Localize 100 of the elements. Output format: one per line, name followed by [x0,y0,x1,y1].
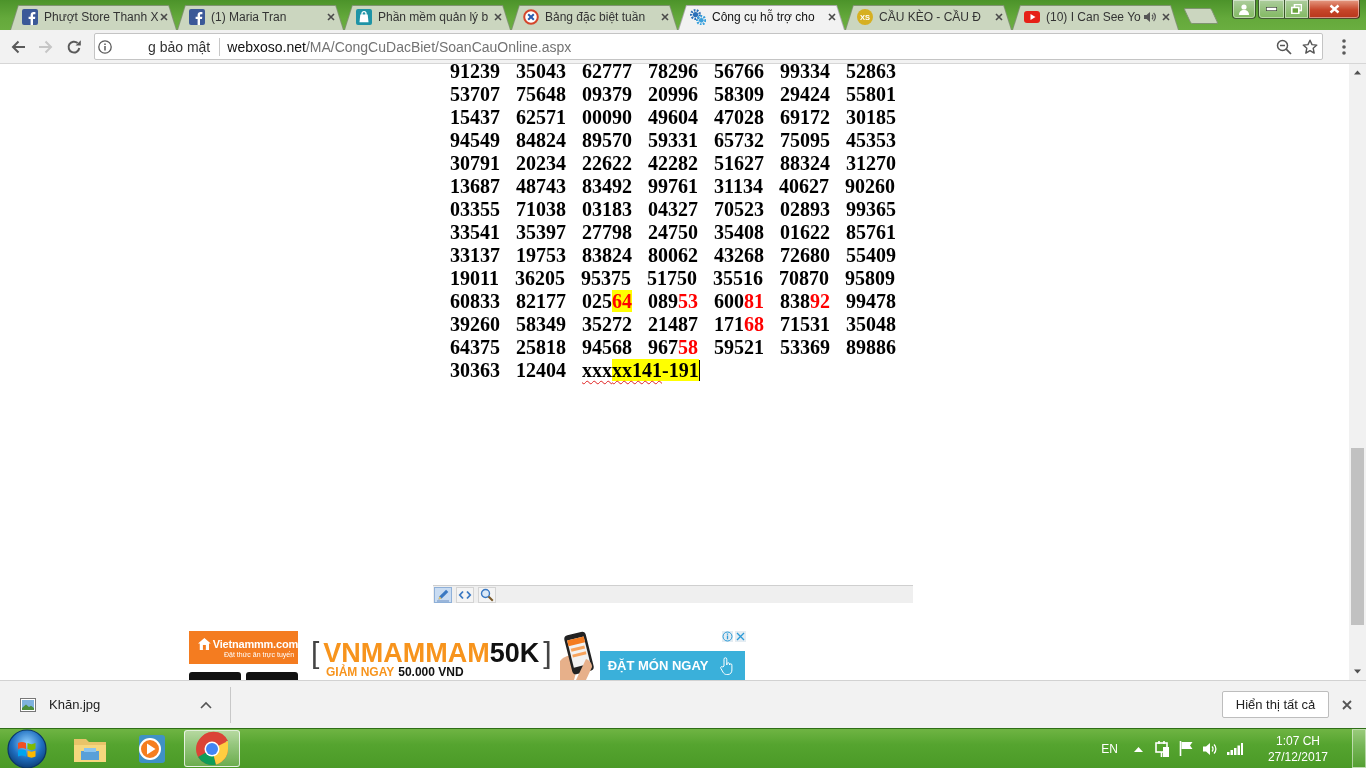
bookmark-star-icon[interactable] [1302,38,1318,55]
number-text: 47028 [714,106,764,129]
number-text: 75095 [780,129,830,152]
number-text: 19753 [516,244,566,267]
close-icon[interactable] [494,12,502,21]
number-text: 13687 [450,175,500,198]
number-text: 60081 [714,290,764,313]
number-text: 82177 [516,290,566,313]
number-text: 31134 [714,175,763,198]
number-text: 59331 [648,129,698,152]
number-text: 53369 [780,336,830,359]
number-text: 39260 [450,313,500,336]
browser-tab[interactable]: Phượt Store Thanh X [10,5,177,30]
number-text: 72680 [780,244,830,267]
number-text: 58349 [516,313,566,336]
browser-tab[interactable]: Bảng đặc biệt tuần [511,5,678,30]
number-text: 45353 [846,129,896,152]
number-text: 42282 [648,152,698,175]
number-text: 19011 [450,267,499,290]
image-file-icon [20,697,36,712]
flag-icon[interactable] [1178,741,1193,756]
number-text: 96758 [648,336,698,359]
number-text: 43268 [714,244,764,267]
number-text: 69172 [780,106,830,129]
number-text: 90260 [844,175,895,198]
signal-bars-icon[interactable] [1226,742,1243,755]
number-text: 00090 [582,106,632,129]
person-icon [1239,3,1249,15]
number-text: 25818 [516,336,566,359]
close-icon[interactable] [1342,699,1352,710]
close-icon[interactable] [1162,12,1170,21]
taskbar-button[interactable] [184,730,240,767]
show-all-button[interactable]: Hiển thị tất cả [1222,691,1329,718]
number-text: 99761 [648,175,698,198]
number-text: 48743 [516,175,566,198]
number-text: 62777 [582,64,632,83]
close-icon[interactable] [160,12,168,21]
start-orb-icon[interactable] [7,728,47,768]
back-icon[interactable] [10,38,26,55]
close-icon[interactable] [828,12,836,21]
security-label[interactable]: g bảo mật [148,38,211,55]
number-text: 55801 [846,83,896,106]
number-text: 35272 [582,313,632,336]
number-text: 88324 [780,152,830,175]
number-text: 29424 [780,83,830,106]
number-text: 58309 [714,83,764,106]
scrollbar[interactable] [1349,64,1366,680]
reload-icon[interactable] [66,38,82,55]
number-text: 24750 [648,221,698,244]
number-text: 95375 [580,267,631,290]
number-text: 40627 [778,175,829,198]
number-text: 04327 [648,198,698,221]
number-text: 03355 [450,198,500,221]
close-icon[interactable] [327,12,335,21]
number-text: 35048 [846,313,896,336]
close-button[interactable] [1309,0,1360,19]
restore-icon [1291,4,1302,14]
number-text: 99334 [780,64,830,83]
close-icon[interactable] [995,12,1003,21]
address-bar[interactable]: g bảo mật webxoso.net/MA/CongCuDacBiet/SoanCauOnline.aspx [94,33,1323,60]
menu-icon[interactable] [1342,38,1346,55]
number-text: xxxxx141-191 [582,359,699,382]
design-mode-button[interactable] [434,586,452,603]
minimize-button[interactable] [1258,0,1284,19]
browser-tab[interactable]: Công cụ hỗ trợ cho [678,5,845,30]
power-plug-icon[interactable] [1154,740,1170,757]
profile-button[interactable] [1232,0,1256,19]
maximize-button[interactable] [1284,0,1309,19]
number-text: 33541 [450,221,500,244]
number-text: 35516 [712,267,763,290]
browser-tab[interactable]: Phần mềm quản lý b [344,5,511,30]
number-text: 80062 [648,244,698,267]
number-text: 84824 [516,129,566,152]
number-text: 60833 [450,290,500,313]
download-item[interactable]: Khăn.jpg [0,686,231,723]
close-icon[interactable] [661,12,669,21]
triangle-up-icon[interactable] [1133,745,1143,752]
number-text: 30791 [450,152,500,175]
speaker-icon[interactable] [1144,10,1156,23]
url-text[interactable]: webxoso.net/MA/CongCuDacBiet/SoanCauOnline.aspx [227,38,572,55]
number-text: 99478 [846,290,896,313]
minimize-icon [1266,7,1277,11]
number-text: 70870 [778,267,829,290]
number-text: 02893 [780,198,830,221]
caret-up-icon[interactable] [200,700,212,709]
number-text: 85761 [846,221,896,244]
info-icon[interactable] [98,39,112,54]
number-text: 59521 [714,336,764,359]
number-text: 53707 [450,83,500,106]
number-text: 20234 [516,152,566,175]
number-text: 08953 [648,290,698,313]
close-icon [1328,4,1340,14]
speaker-icon[interactable] [1201,741,1218,756]
scrollbar-thumb[interactable] [1351,448,1364,625]
browser-tab[interactable]: (10) I Can See Yo [1012,5,1179,30]
zoom-out-icon[interactable] [1276,38,1292,55]
html-mode-button[interactable] [456,586,474,603]
preview-mode-button[interactable] [478,586,496,603]
number-text: 35043 [516,64,566,83]
browser-tab[interactable]: (1) Maria Tran [177,5,344,30]
